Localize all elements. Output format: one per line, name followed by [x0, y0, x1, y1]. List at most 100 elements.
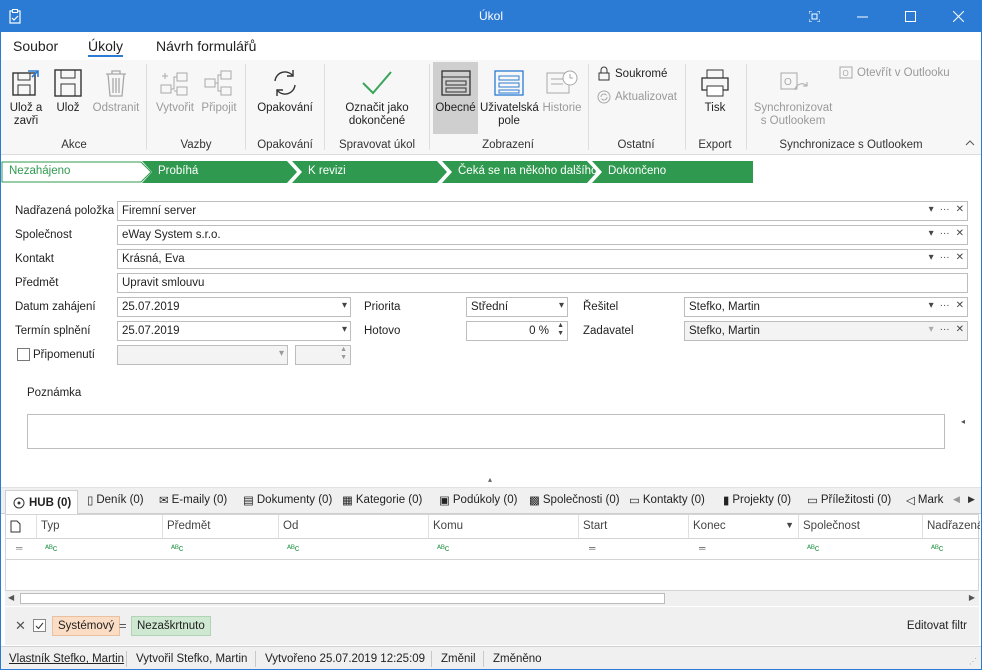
- reminder-time-stepper[interactable]: ▲ ▼: [295, 345, 351, 365]
- grid-column-subject[interactable]: Předmět: [163, 515, 279, 538]
- stage-in-progress[interactable]: Probíhá: [142, 161, 298, 183]
- grid-column-start[interactable]: Start: [579, 515, 689, 538]
- filter-enabled-checkbox[interactable]: [33, 619, 46, 632]
- filter-eq-icon[interactable]: ═: [585, 539, 599, 559]
- dropdown-arrow-icon[interactable]: ▾: [342, 300, 347, 311]
- stepper-down-icon[interactable]: ▼: [340, 354, 347, 362]
- tab-contacts[interactable]: ▭ Kontakty (0): [629, 493, 705, 507]
- more-icon[interactable]: ···: [940, 324, 950, 335]
- filter-eq-icon[interactable]: ═: [695, 539, 709, 559]
- close-button[interactable]: [942, 1, 974, 32]
- stage-review[interactable]: K revizi: [292, 161, 448, 183]
- tab-scroll-left-icon[interactable]: ◀: [953, 494, 960, 505]
- tab-documents[interactable]: ▤ Dokumenty (0): [243, 493, 332, 507]
- dropdown-arrow-icon[interactable]: ▾: [929, 324, 934, 335]
- solver-field[interactable]: Stefko, Martin ▾ ··· ✕: [684, 297, 968, 317]
- contact-field[interactable]: Krásná, Eva ▾ ··· ✕: [117, 249, 968, 269]
- save-close-button[interactable]: Ulož a zavři: [5, 64, 47, 128]
- stepper-up-icon[interactable]: ▲: [557, 322, 564, 330]
- filter-value-chip[interactable]: Nezaškrtnuto: [131, 616, 211, 636]
- owner-link[interactable]: Vlastník Stefko, Martin: [9, 653, 124, 665]
- filter-eq-icon[interactable]: ═: [12, 539, 26, 559]
- minimize-button[interactable]: [846, 1, 878, 32]
- stage-done[interactable]: Dokončeno: [592, 161, 754, 183]
- priority-select[interactable]: Střední ▾: [466, 297, 568, 317]
- filter-text-icon[interactable]: ᴬᴮc: [803, 539, 823, 559]
- tab-form-designer[interactable]: Návrh formulářů: [156, 38, 256, 54]
- tab-subtasks[interactable]: ▣ Podúkoly (0): [439, 493, 517, 507]
- clear-icon[interactable]: ✕: [956, 204, 964, 215]
- tab-file[interactable]: Soubor: [13, 38, 58, 54]
- private-button[interactable]: Soukromé: [597, 66, 667, 81]
- stepper-down-icon[interactable]: ▼: [557, 330, 564, 338]
- reminder-date-field[interactable]: ▾: [117, 345, 288, 365]
- company-field[interactable]: eWay System s.r.o. ▾ ··· ✕: [117, 225, 968, 245]
- collapse-ribbon-button[interactable]: [965, 136, 975, 150]
- update-button[interactable]: Aktualizovat: [597, 90, 677, 104]
- resize-grip-icon[interactable]: ⋰: [969, 657, 977, 666]
- start-date-field[interactable]: 25.07.2019 ▾: [117, 297, 351, 317]
- dropdown-arrow-icon[interactable]: ▾: [342, 324, 347, 335]
- filter-text-icon[interactable]: ᴬᴮc: [283, 539, 303, 559]
- maximize-button[interactable]: [894, 1, 926, 32]
- create-button[interactable]: Vytvořit: [153, 64, 197, 115]
- user-fields-button[interactable]: Uživatelská pole: [480, 64, 539, 128]
- grid-column-icon[interactable]: [6, 515, 37, 538]
- more-icon[interactable]: ···: [940, 204, 950, 215]
- scroll-right-icon[interactable]: ▶: [969, 593, 975, 602]
- grid-column-company[interactable]: Společnost: [799, 515, 923, 538]
- tab-projects[interactable]: ▮ Projekty (0): [723, 493, 791, 507]
- tab-opportunities[interactable]: ▭ Příležitosti (0): [807, 493, 891, 507]
- fullscreen-button[interactable]: [798, 1, 830, 32]
- tab-hub[interactable]: HUB (0): [5, 490, 79, 514]
- dropdown-arrow-icon[interactable]: ▾: [929, 252, 934, 263]
- clear-icon[interactable]: ✕: [956, 228, 964, 239]
- grid-column-from[interactable]: Od: [279, 515, 429, 538]
- tab-categories[interactable]: ▦ Kategorie (0): [342, 493, 422, 507]
- scroll-left-icon[interactable]: ◀: [8, 593, 14, 602]
- filter-text-icon[interactable]: ᴬᴮc: [927, 539, 947, 559]
- tab-tasks[interactable]: Úkoly: [88, 38, 124, 57]
- chevron-left-icon[interactable]: ◂: [961, 417, 965, 426]
- more-icon[interactable]: ···: [940, 300, 950, 311]
- filter-field-chip[interactable]: Systémový: [52, 616, 121, 636]
- grid-column-parent[interactable]: Nadřazená: [923, 515, 980, 538]
- clear-filter-icon[interactable]: ✕: [15, 618, 26, 634]
- sort-desc-icon[interactable]: ▼: [785, 520, 794, 530]
- repeat-button[interactable]: Opakování: [253, 64, 317, 115]
- print-button[interactable]: Tisk: [695, 64, 735, 115]
- history-button[interactable]: Historie: [541, 64, 583, 115]
- note-textarea[interactable]: [27, 414, 945, 449]
- attach-button[interactable]: Připojit: [199, 64, 239, 115]
- clear-icon[interactable]: ✕: [956, 252, 964, 263]
- grid-column-type[interactable]: Typ: [37, 515, 163, 538]
- stepper-up-icon[interactable]: ▲: [340, 346, 347, 354]
- filter-text-icon[interactable]: ᴬᴮc: [433, 539, 453, 559]
- done-percent-stepper[interactable]: 0 % ▲ ▼: [466, 321, 568, 341]
- stage-not-started[interactable]: Nezahájeno: [1, 161, 153, 183]
- dropdown-arrow-icon[interactable]: ▾: [279, 348, 284, 359]
- stage-waiting[interactable]: Čeká se na někoho dalšího: [442, 161, 598, 183]
- reminder-checkbox[interactable]: [17, 348, 30, 361]
- tab-companies[interactable]: ▩ Společnosti (0): [529, 493, 620, 507]
- open-outlook-button[interactable]: O Otevřít v Outlooku: [839, 66, 950, 79]
- subject-input[interactable]: Upravit smlouvu: [117, 273, 968, 293]
- scrollbar-thumb[interactable]: [20, 593, 665, 604]
- filter-text-icon[interactable]: ᴬᴮc: [167, 539, 187, 559]
- parent-field[interactable]: Firemní server ▾ ··· ✕: [117, 201, 968, 221]
- dropdown-arrow-icon[interactable]: ▾: [929, 300, 934, 311]
- dropdown-arrow-icon[interactable]: ▾: [929, 228, 934, 239]
- edit-filter-link[interactable]: Editovat filtr: [907, 620, 967, 632]
- clear-icon[interactable]: ✕: [956, 300, 964, 311]
- due-date-field[interactable]: 25.07.2019 ▾: [117, 321, 351, 341]
- grid-column-end[interactable]: Konec ▼: [689, 515, 799, 538]
- tab-marketing[interactable]: ◁ Mark: [906, 493, 946, 507]
- tab-scroll-right-icon[interactable]: ▶: [968, 494, 975, 505]
- mark-done-button[interactable]: Označit jako dokončené: [336, 64, 418, 128]
- requester-field[interactable]: Stefko, Martin ▾ ··· ✕: [684, 321, 968, 341]
- more-icon[interactable]: ···: [940, 252, 950, 263]
- general-view-button[interactable]: Obecné: [433, 62, 478, 134]
- dropdown-arrow-icon[interactable]: ▾: [559, 300, 564, 311]
- splitter-up-icon[interactable]: ▴: [488, 475, 492, 484]
- tab-emails[interactable]: ✉ E-maily (0): [159, 493, 227, 507]
